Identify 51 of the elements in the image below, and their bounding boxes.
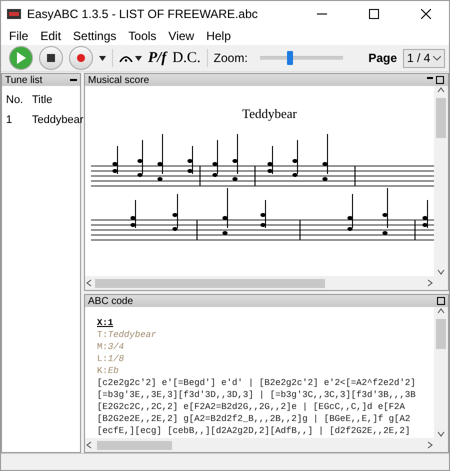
play-icon (16, 52, 26, 64)
maximize-icon[interactable] (437, 297, 445, 305)
code-line: [ecfE,][ecg] [cebB,,][d2A2g2D,2][AdfB,,] | [d2f2G2E,,2E,2] (97, 425, 412, 437)
app-icon (7, 9, 21, 19)
close-icon (421, 9, 431, 19)
caret-icon (135, 56, 142, 60)
record-button[interactable] (69, 46, 93, 70)
maximize-icon (369, 9, 379, 19)
column-header[interactable]: No. (2, 90, 28, 110)
caret-icon (99, 56, 106, 60)
scrollbar-thumb[interactable] (436, 98, 446, 138)
panel-title: ABC code (88, 296, 134, 306)
table-cell[interactable]: 1 (2, 110, 28, 130)
code-line: M:3/4 (97, 341, 126, 353)
menu-item[interactable]: Help (200, 29, 237, 43)
score-title: Teddybear (241, 105, 298, 123)
menu-item[interactable]: File (3, 29, 34, 43)
code-line: T:Teddybear (97, 329, 158, 341)
scrollbar-thumb[interactable] (97, 440, 172, 450)
scrollbar-thumb[interactable] (95, 278, 325, 288)
window-title: EasyABC 1.3.5 - LIST OF FREEWARE.abc (27, 7, 259, 21)
play-button[interactable] (9, 46, 33, 70)
slider-thumb[interactable] (286, 51, 293, 65)
code-line: [c2e2g2c'2] e'[=Begd'] e'd' | [B2e2g2c'2] e'2<[=A2^f2e2d'2] (97, 377, 417, 389)
page-label: Page (368, 51, 397, 65)
fermata-button[interactable] (119, 54, 142, 62)
panel-title: Tune list (5, 74, 42, 86)
menu-item[interactable]: Edit (34, 29, 68, 43)
fermata-icon (119, 54, 133, 62)
window-controls-icon[interactable] (427, 76, 445, 84)
code-line: K:Eb (97, 365, 120, 377)
record-icon (77, 54, 85, 62)
code-line: [E2G2c2C,,2C,2] e[F2A2=B2d2G,,2G,,2]e | [EGcC,,C,]d e[F2A (97, 401, 406, 413)
menu-item[interactable]: View (162, 29, 200, 43)
stop-icon (47, 54, 55, 62)
menu-item[interactable]: Tools (122, 29, 162, 43)
page-select[interactable]: 1 / 4 (403, 48, 445, 68)
zoom-label: Zoom: (214, 51, 248, 65)
chevron-down-icon (433, 56, 441, 60)
code-line: L:1/8 (97, 353, 126, 365)
dynamics-button[interactable]: P/f (148, 50, 166, 66)
stop-button[interactable] (39, 46, 63, 70)
scrollbar-thumb[interactable] (436, 319, 446, 349)
code-line: X:1 (97, 317, 114, 329)
table-cell[interactable]: Teddybear (28, 110, 88, 130)
code-line: [B2G2e2E,,2E,2] g[A2=B2d2f2_B,,,2B,,2]g | [BGeE,,E,]f g[A2 (97, 413, 412, 425)
column-header[interactable]: Title (28, 90, 88, 110)
repeat-button[interactable]: D.C. (172, 50, 201, 66)
code-line: [=b3g'3E,,3E,3][f3d'3D,,3D,3] | [=b3g'3C,,3C,3][f3d'3B,,,3B (97, 389, 417, 401)
panel-title: Musical score (88, 74, 150, 86)
menu-item[interactable]: Settings (67, 29, 122, 43)
